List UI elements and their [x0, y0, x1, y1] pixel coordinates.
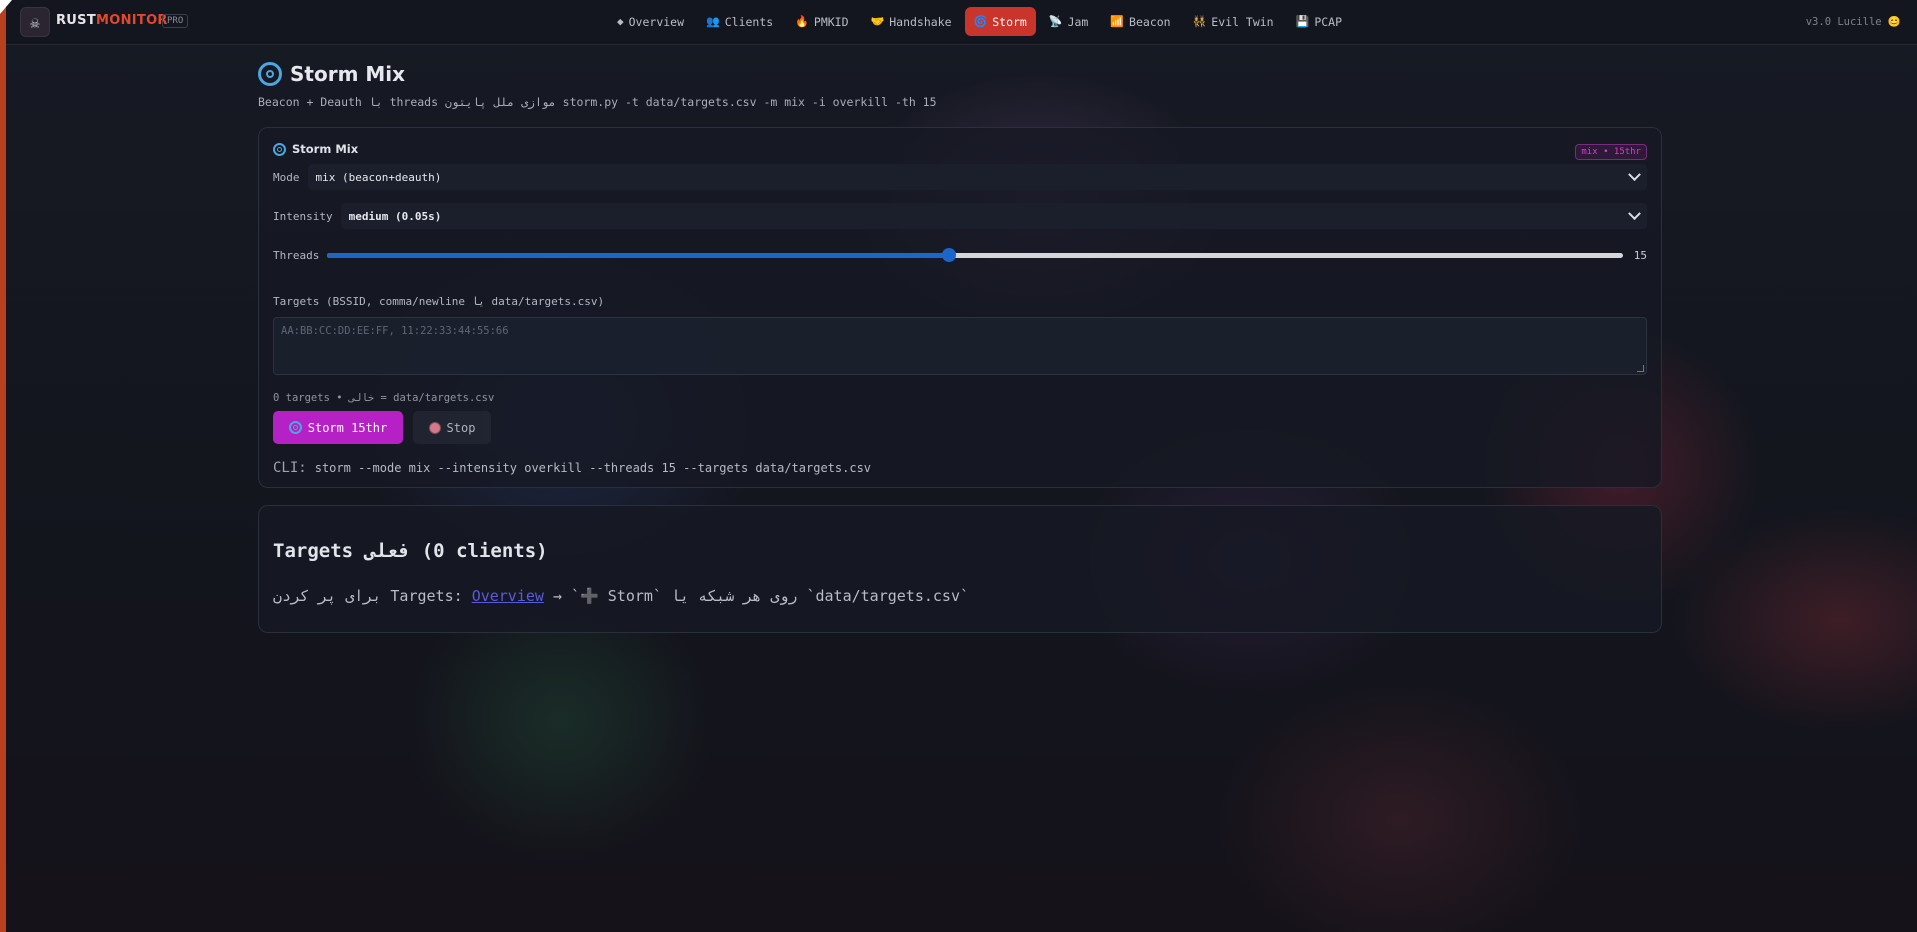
nav-tab-storm[interactable]: 🌀 Storm — [964, 7, 1036, 36]
nav-tab-label: PCAP — [1314, 14, 1343, 29]
mouse-cursor — [0, 0, 12, 14]
intensity-select[interactable]: medium (0.05s) — [340, 203, 1647, 229]
nav-tab-label: Beacon — [1129, 14, 1171, 29]
brand-name[interactable]: RUSTMONITOR — [56, 13, 168, 28]
storm-config-card: Storm Mix mix • 15thr Mode mix (beacon+d… — [258, 127, 1662, 488]
intensity-label: Intensity — [273, 209, 333, 223]
threads-label: Threads — [273, 248, 320, 262]
threads-value: 15 — [1633, 248, 1647, 262]
stop-icon — [428, 421, 441, 434]
main-content: Storm Mix Beacon + Deauth با threads موا… — [258, 62, 1662, 633]
threads-slider[interactable] — [327, 246, 1623, 264]
nav-tab-label: Overview — [628, 14, 685, 29]
chevron-down-icon — [1628, 206, 1641, 220]
nav-tab-handshake[interactable]: 🤝 Handshake — [862, 7, 961, 36]
page-title: Storm Mix — [258, 62, 1662, 86]
mode-select[interactable]: mix (beacon+deauth) — [307, 164, 1647, 190]
storm-icon: 🌀 — [973, 15, 988, 28]
current-targets-card: Targets فعلی (0 clients) برای پر کردن Ta… — [258, 505, 1662, 633]
nav-tab-beacon[interactable]: 📶 Beacon — [1101, 7, 1179, 36]
nav-tab-overview[interactable]: ◆ Overview — [608, 7, 693, 36]
pro-badge: PRO — [162, 14, 189, 28]
pcap-icon: 💾 — [1295, 15, 1310, 28]
handshake-icon: 🤝 — [870, 15, 885, 28]
targets-label: Targets (BSSID, comma/newline یا data/ta… — [273, 295, 605, 308]
help-suffix: → `➕ Storm` روی هر شبکه یا `data/targets… — [543, 587, 970, 605]
mode-threads-badge: mix • 15thr — [1575, 144, 1647, 160]
current-targets-help: برای پر کردن Targets: Overview → `➕ Stor… — [273, 587, 969, 605]
clients-icon: 👥 — [706, 15, 720, 28]
cli-command: storm --mode mix --intensity overkill --… — [314, 461, 872, 475]
mode-label: Mode — [273, 170, 300, 184]
nav-tab-label: Handshake — [889, 14, 952, 29]
top-navbar: ☠ RUSTMONITOR PRO ◆ Overview 👥 Clients 🔥 PMKI… — [0, 0, 1917, 45]
mode-row: Mode mix (beacon+deauth) — [273, 164, 1647, 190]
storm-button-label: Storm 15thr — [307, 420, 388, 435]
brand-monitor: MONITOR — [96, 13, 168, 28]
stop-button-label: Stop — [446, 420, 476, 435]
nav-tab-pcap[interactable]: 💾 PCAP — [1287, 7, 1351, 36]
storm-swirl-icon — [273, 142, 286, 156]
card-header: Storm Mix — [273, 142, 358, 156]
threads-row: Threads 15 — [273, 246, 1647, 264]
slider-fill — [327, 253, 950, 258]
app-logo[interactable]: ☠ — [20, 7, 50, 37]
nav-tab-pmkid[interactable]: 🔥 PMKID — [786, 7, 857, 36]
current-targets-title: Targets فعلی (0 clients) — [273, 540, 548, 562]
nav-tabs: ◆ Overview 👥 Clients 🔥 PMKID 🤝 Handshake 🌀 Storm 📡… — [608, 7, 1351, 36]
overview-icon: ◆ — [617, 15, 624, 28]
nav-tab-label: PMKID — [813, 14, 849, 29]
overview-link[interactable]: Overview — [472, 587, 544, 605]
targets-placeholder: AA:BB:CC:DD:EE:FF, 11:22:33:44:55:66 — [281, 325, 509, 337]
version-label: v3.0 Lucille 😊 — [1805, 16, 1901, 28]
nav-tab-clients[interactable]: 👥 Clients — [697, 7, 782, 36]
storm-start-button[interactable]: Storm 15thr — [273, 411, 403, 444]
mode-selected-value: mix (beacon+deauth) — [315, 170, 442, 184]
brand-rust: RUST — [56, 13, 96, 28]
chevron-down-icon — [1628, 167, 1641, 181]
stop-button[interactable]: Stop — [413, 411, 491, 444]
storm-swirl-icon — [288, 421, 302, 434]
nav-tab-label: Jam — [1067, 14, 1089, 29]
cli-preview: CLI: storm --mode mix --intensity overkil… — [273, 460, 871, 476]
window-edge — [0, 0, 6, 932]
help-prefix: برای پر کردن Targets: — [273, 587, 472, 605]
evil-twin-icon: 👯 — [1192, 15, 1207, 28]
beacon-icon: 📶 — [1110, 15, 1125, 28]
nav-tab-label: Clients — [724, 14, 774, 29]
card-title: Storm Mix — [292, 142, 359, 156]
pmkid-icon: 🔥 — [795, 15, 809, 28]
storm-swirl-icon — [258, 62, 282, 86]
intensity-row: Intensity medium (0.05s) — [273, 203, 1647, 229]
page-subtitle: Beacon + Deauth با threads موازی ملل پای… — [258, 95, 937, 109]
jam-icon: 📡 — [1048, 15, 1063, 28]
slider-thumb[interactable] — [942, 248, 957, 262]
nav-tab-label: Storm — [992, 14, 1027, 29]
cli-label: CLI: — [273, 460, 307, 476]
page-title-text: Storm Mix — [290, 62, 406, 86]
targets-textarea[interactable]: AA:BB:CC:DD:EE:FF, 11:22:33:44:55:66 — [273, 317, 1647, 375]
nav-tab-evil-twin[interactable]: 👯 Evil Twin — [1184, 7, 1283, 36]
targets-count: 0 targets • خالی = data/targets.csv — [273, 392, 495, 404]
nav-tab-label: Evil Twin — [1211, 14, 1274, 29]
resize-handle[interactable] — [1637, 365, 1644, 372]
nav-tab-jam[interactable]: 📡 Jam — [1040, 7, 1097, 36]
intensity-selected-value: medium (0.05s) — [348, 209, 442, 223]
